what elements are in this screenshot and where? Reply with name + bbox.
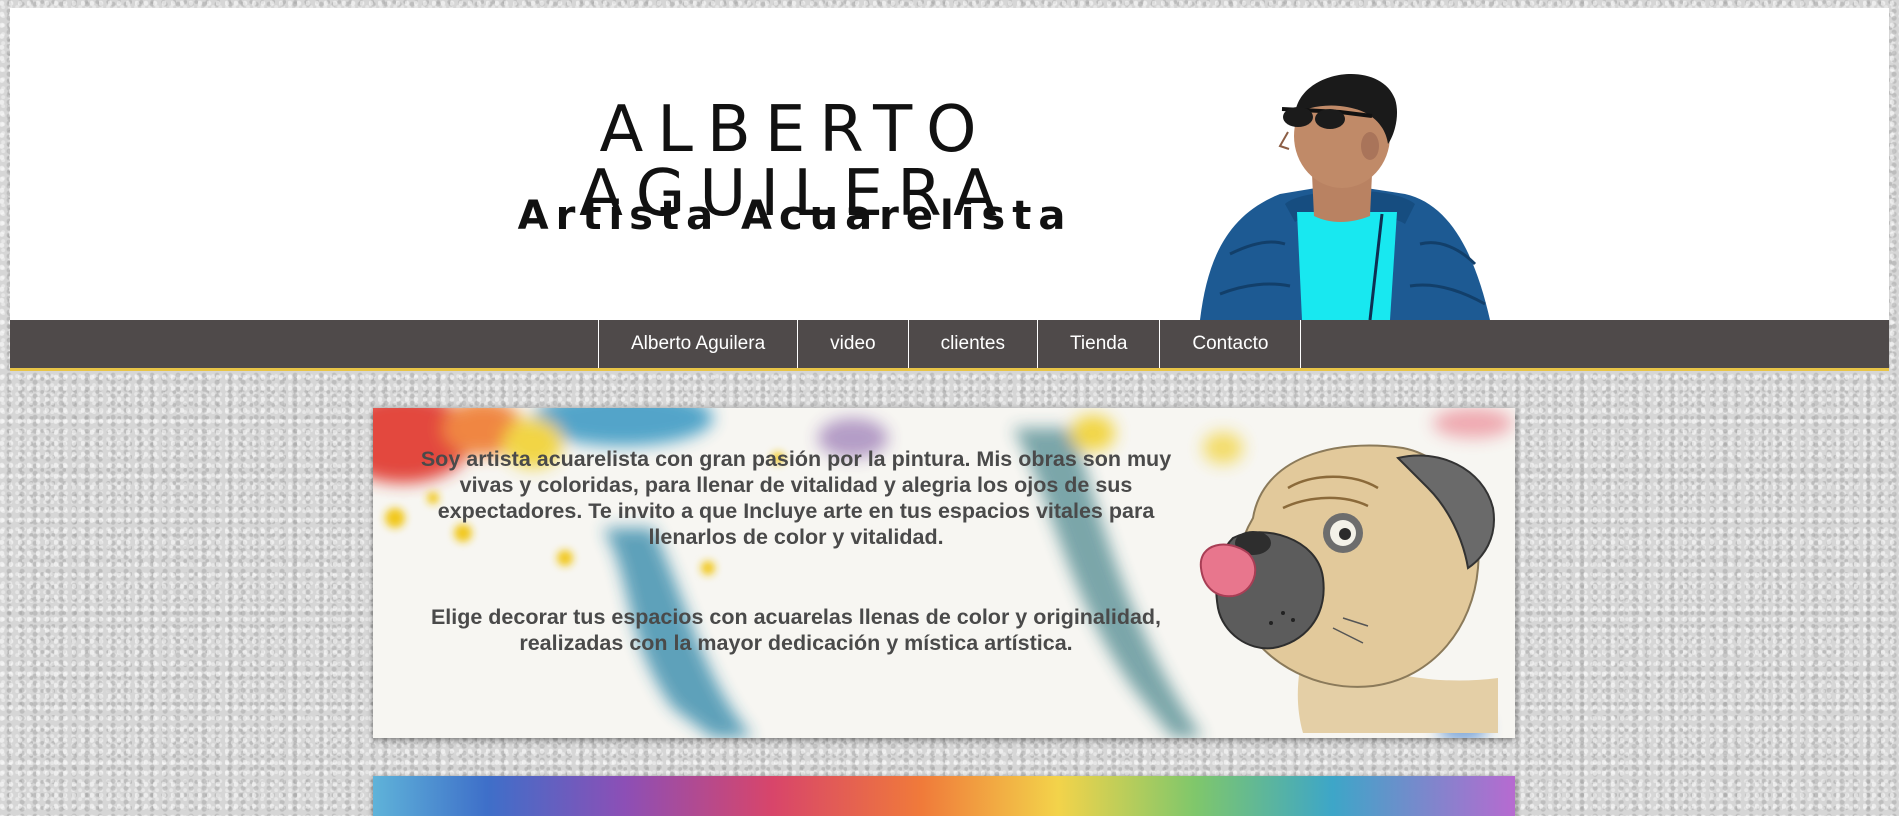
site-header: ALBERTO AGUILERA Artista Acuarelista: [10, 8, 1889, 320]
nav-item-alberto-aguilera[interactable]: Alberto Aguilera: [599, 320, 799, 368]
intro-paragraph-2: Elige decorar tus espacios con acuarelas…: [430, 605, 1162, 655]
artist-portrait: [1200, 73, 1490, 320]
pug-illustration: [1199, 444, 1498, 733]
nav-menu: Alberto Aguilera video clientes Tienda C…: [598, 320, 1302, 368]
gallery-panel: [373, 776, 1515, 816]
intro-paragraph-1: Soy artista acuarelista con gran pasión …: [420, 447, 1172, 549]
nav-item-tienda[interactable]: Tienda: [1038, 320, 1161, 368]
nav-item-video[interactable]: video: [798, 320, 909, 368]
intro-text: Soy artista acuarelista con gran pasión …: [401, 446, 1191, 656]
site-tagline: Artista Acuarelista: [517, 193, 1073, 239]
main-navigation: Alberto Aguilera video clientes Tienda C…: [10, 320, 1889, 371]
nav-item-contacto[interactable]: Contacto: [1160, 320, 1302, 368]
intro-panel: Soy artista acuarelista con gran pasión …: [373, 408, 1515, 738]
nav-item-clientes[interactable]: clientes: [909, 320, 1038, 368]
